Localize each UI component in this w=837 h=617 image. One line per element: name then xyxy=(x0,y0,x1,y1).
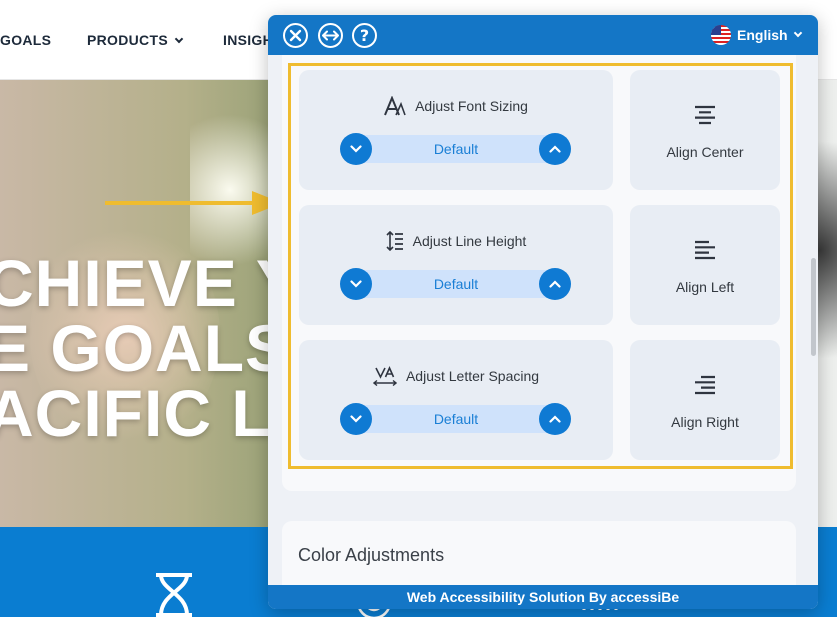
hero-headline-line3: ACIFIC L xyxy=(0,376,273,450)
color-adjustments-title: Color Adjustments xyxy=(298,545,445,565)
chevron-up-icon xyxy=(549,415,561,423)
font-size-stepper: Default xyxy=(340,133,572,165)
align-left-button[interactable]: Align Left xyxy=(630,205,780,325)
nav-products-label: PRODUCTS xyxy=(87,32,168,48)
align-center-icon xyxy=(695,105,715,125)
close-button[interactable] xyxy=(283,23,308,48)
hero-headline-line1: CHIEVE Y xyxy=(0,246,301,320)
font-size-icon xyxy=(384,96,406,116)
font-size-value: Default xyxy=(433,141,479,157)
panel-scrollbar[interactable] xyxy=(811,258,816,356)
line-height-increase-button[interactable] xyxy=(539,268,571,300)
align-right-button[interactable]: Align Right xyxy=(630,340,780,460)
accessibility-panel: ? English Adjust Font Sizing Default Ali… xyxy=(268,15,818,609)
letter-spacing-label: Adjust Letter Spacing xyxy=(405,368,540,384)
us-flag-icon xyxy=(711,25,731,45)
annotation-arrow-shaft xyxy=(105,201,255,205)
font-size-increase-button[interactable] xyxy=(539,133,571,165)
footer-text: Web Accessibility Solution By accessiBe xyxy=(406,589,680,605)
chevron-down-icon xyxy=(793,28,802,38)
chevron-down-icon xyxy=(350,280,362,288)
letter-spacing-value: Default xyxy=(433,411,479,427)
letter-spacing-stepper: Default xyxy=(340,403,572,435)
line-height-icon xyxy=(386,231,403,251)
align-left-icon xyxy=(695,240,715,260)
language-label: English xyxy=(737,27,788,43)
align-right-icon xyxy=(695,375,715,395)
font-size-tile: Adjust Font Sizing Default xyxy=(299,70,613,190)
line-height-tile: Adjust Line Height Default xyxy=(299,205,613,325)
move-panel-button[interactable] xyxy=(318,23,343,48)
chevron-down-icon xyxy=(174,34,184,44)
line-height-decrease-button[interactable] xyxy=(340,268,372,300)
nav-insights[interactable]: INSIGH xyxy=(223,32,273,48)
chevron-down-icon xyxy=(350,415,362,423)
align-center-button[interactable]: Align Center xyxy=(630,70,780,190)
help-button[interactable]: ? xyxy=(352,23,377,48)
panel-footer[interactable]: Web Accessibility Solution By accessiBe xyxy=(268,585,818,609)
nav-products[interactable]: PRODUCTS xyxy=(87,32,184,48)
chevron-up-icon xyxy=(549,280,561,288)
hourglass-icon xyxy=(156,573,192,617)
align-left-label: Align Left xyxy=(675,279,735,295)
chevron-up-icon xyxy=(549,145,561,153)
line-height-label: Adjust Line Height xyxy=(412,233,527,249)
chevron-down-icon xyxy=(350,145,362,153)
help-icon: ? xyxy=(359,26,370,45)
font-size-label: Adjust Font Sizing xyxy=(415,98,528,114)
close-icon xyxy=(289,29,302,42)
line-height-stepper: Default xyxy=(340,268,572,300)
hero-headline-line2: E GOALS xyxy=(0,311,291,385)
panel-header: ? English xyxy=(268,15,818,55)
screenshot: GOALS PRODUCTS INSIGH CHIEVE Y E GOALS A… xyxy=(0,0,837,617)
letter-spacing-increase-button[interactable] xyxy=(539,403,571,435)
align-center-label: Align Center xyxy=(666,144,744,160)
nav-goals[interactable]: GOALS xyxy=(0,32,51,48)
letter-spacing-tile: Adjust Letter Spacing Default xyxy=(299,340,613,460)
letter-spacing-decrease-button[interactable] xyxy=(340,403,372,435)
language-selector[interactable]: English xyxy=(711,25,802,45)
font-size-decrease-button[interactable] xyxy=(340,133,372,165)
line-height-value: Default xyxy=(433,276,479,292)
arrows-horizontal-icon xyxy=(322,30,339,41)
letter-spacing-icon xyxy=(372,366,397,386)
align-right-label: Align Right xyxy=(671,414,739,430)
